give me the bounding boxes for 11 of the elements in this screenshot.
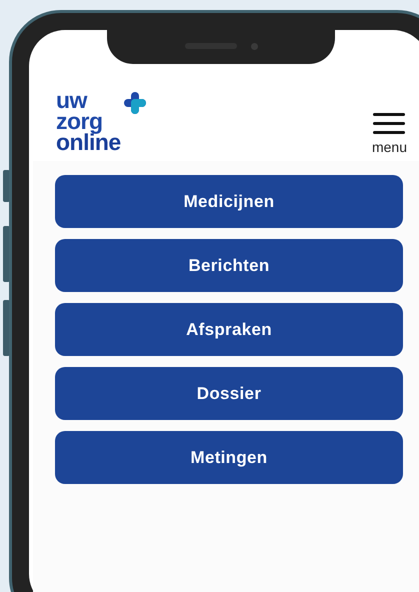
nav-button[interactable]: Afspraken — [55, 303, 403, 356]
cross-logo-icon — [122, 91, 147, 115]
nav-button[interactable]: Berichten — [55, 239, 403, 292]
menu-icon — [373, 113, 406, 135]
logo-text: uw — [56, 90, 88, 111]
logo-text: online — [56, 132, 121, 153]
logo-text: zorg — [56, 111, 103, 132]
menu-button[interactable]: menu — [372, 112, 407, 155]
nav-button[interactable]: Metingen — [55, 431, 403, 484]
nav-button[interactable]: Medicijnen — [55, 175, 403, 228]
nav-button[interactable]: Dossier — [55, 367, 403, 420]
